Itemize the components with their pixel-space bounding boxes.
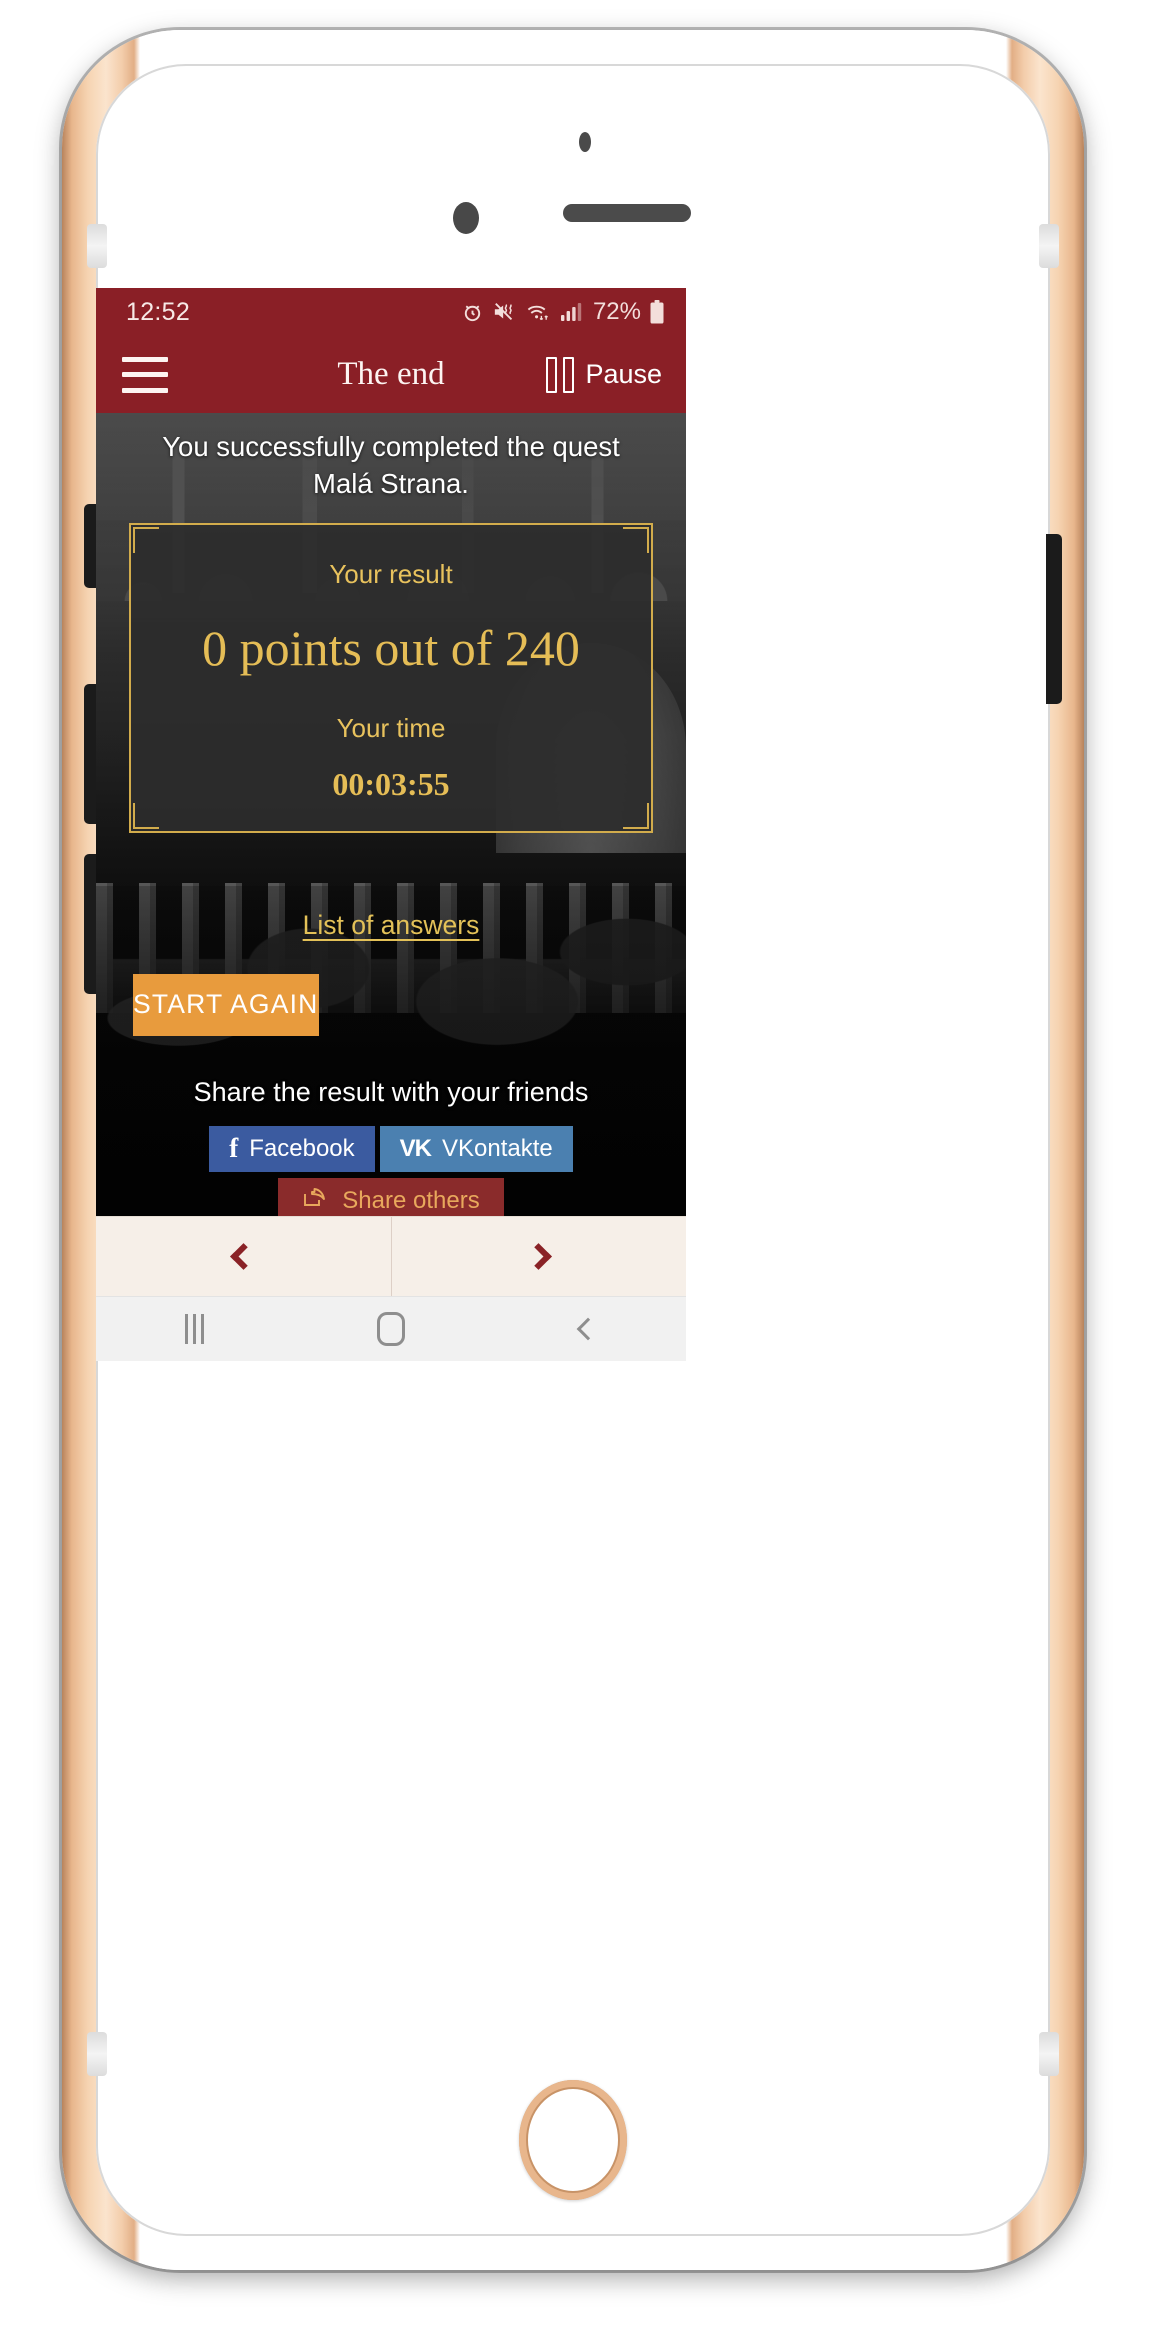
previous-step-button[interactable]	[96, 1217, 391, 1296]
antenna-band-left-bottom	[87, 2032, 107, 2076]
share-others-label: Share others	[342, 1186, 480, 1214]
share-others-button[interactable]: Share others	[278, 1177, 504, 1216]
home-button[interactable]	[519, 2080, 627, 2200]
earpiece-speaker-icon	[563, 204, 691, 222]
status-bar-clock: 12:52	[126, 297, 191, 326]
proximity-sensor-icon	[579, 132, 591, 152]
time-value: 00:03:55	[332, 765, 450, 802]
share-others-row: Share others	[96, 1172, 686, 1216]
wifi-icon	[526, 301, 551, 323]
chevron-right-icon	[525, 1243, 553, 1270]
phone-screen: 12:52 72% The end Pause You successfully…	[96, 288, 686, 1361]
recents-icon	[184, 1314, 204, 1344]
card-corner-top-left	[133, 527, 159, 554]
result-value: 0 points out of 240	[202, 620, 580, 677]
content-scroll-area: You successfully completed the quest Mal…	[96, 413, 686, 1216]
system-navigation-bar	[96, 1296, 686, 1361]
battery-icon	[650, 300, 664, 324]
chevron-left-icon	[229, 1243, 257, 1270]
signal-icon	[560, 301, 582, 323]
share-vkontakte-button[interactable]: VK VKontakte	[379, 1125, 573, 1172]
share-facebook-button[interactable]: f Facebook	[209, 1125, 375, 1172]
answers-link-container: List of answers	[96, 833, 686, 941]
status-bar-icons: 72%	[461, 298, 664, 326]
result-card: Your result 0 points out of 240 Your tim…	[129, 523, 653, 833]
alarm-icon	[461, 301, 484, 324]
list-of-answers-link[interactable]: List of answers	[303, 910, 480, 940]
facebook-icon: f	[229, 1133, 239, 1164]
mute-vibrate-icon	[493, 301, 517, 323]
home-nav-button[interactable]	[331, 1297, 451, 1362]
card-corner-top-right	[623, 527, 649, 554]
card-corner-bottom-right	[623, 802, 649, 829]
quest-navigation-bar	[96, 1216, 686, 1296]
share-buttons-row: f Facebook VK VKontakte	[96, 1108, 686, 1172]
recents-button[interactable]	[134, 1297, 254, 1362]
vkontakte-icon: VK	[399, 1134, 432, 1162]
antenna-band-right-bottom	[1039, 2032, 1059, 2076]
front-camera-icon	[453, 202, 479, 234]
quest-result-content: You successfully completed the quest Mal…	[96, 413, 686, 1216]
hamburger-menu-icon[interactable]	[122, 356, 168, 393]
antenna-band-right	[1039, 224, 1059, 268]
pause-button-label: Pause	[585, 359, 662, 389]
pause-icon	[546, 356, 575, 393]
back-button[interactable]	[528, 1297, 648, 1362]
card-corner-bottom-left	[133, 802, 159, 829]
status-bar: 12:52 72%	[96, 288, 686, 336]
time-label: Your time	[336, 712, 446, 743]
completion-message: You successfully completed the quest Mal…	[162, 431, 620, 499]
next-step-button[interactable]	[392, 1217, 687, 1296]
power-button[interactable]	[1046, 534, 1062, 704]
share-section-title: Share the result with your friends	[193, 1076, 589, 1107]
share-icon	[302, 1186, 328, 1215]
back-icon	[576, 1317, 599, 1341]
home-icon	[376, 1312, 405, 1346]
start-again-button[interactable]: START AGAIN	[133, 973, 319, 1036]
vkontakte-button-label: VKontakte	[442, 1134, 553, 1162]
antenna-band-left	[87, 224, 107, 268]
result-label: Your result	[329, 559, 453, 590]
app-bar: The end Pause	[96, 336, 686, 413]
battery-percent-label: 72%	[592, 298, 641, 325]
facebook-button-label: Facebook	[249, 1134, 355, 1162]
pause-button[interactable]: Pause	[546, 356, 662, 393]
